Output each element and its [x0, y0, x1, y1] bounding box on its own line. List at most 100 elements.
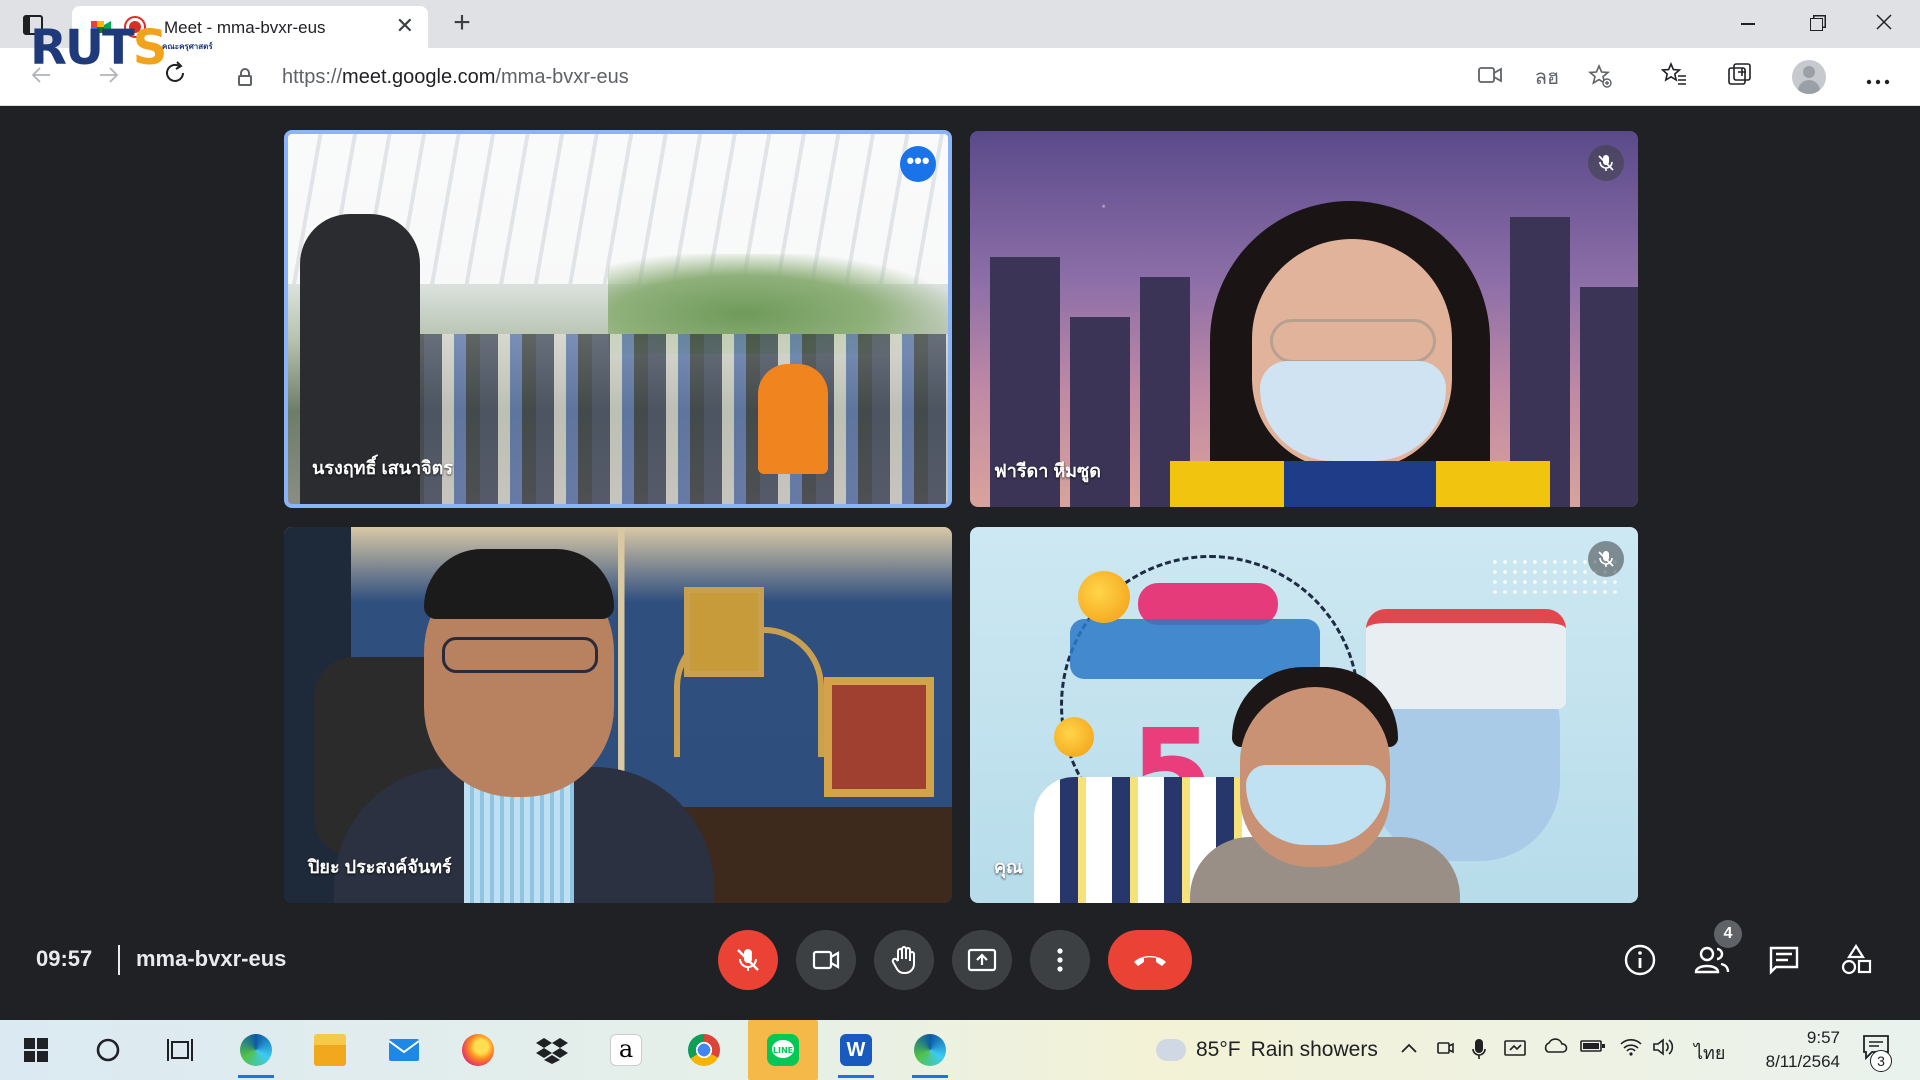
participant-tile-self[interactable]: 5 คุณ	[970, 527, 1638, 903]
tile-muted-indicator	[1588, 145, 1624, 181]
add-favorite-icon[interactable]	[1586, 63, 1614, 92]
toggle-camera-button[interactable]	[796, 930, 856, 990]
browser-tab-bar: Meet - mma-bvxr-eus ✕ +	[0, 0, 1920, 48]
video-building	[1580, 287, 1638, 507]
favorites-icon[interactable]	[1658, 61, 1690, 94]
video-crowd	[368, 334, 948, 504]
taskbar-file-explorer[interactable]	[302, 1028, 358, 1072]
battery-icon[interactable]	[1580, 1038, 1606, 1059]
word-icon: W	[840, 1034, 872, 1066]
onedrive-icon[interactable]	[1542, 1038, 1568, 1059]
svg-text:LINE: LINE	[773, 1046, 793, 1055]
show-hidden-icons-button[interactable]	[1400, 1038, 1418, 1059]
amazon-icon: a	[610, 1034, 642, 1066]
mail-icon	[388, 1039, 420, 1061]
taskbar-firefox[interactable]	[450, 1028, 506, 1072]
camera-in-use-icon[interactable]	[1436, 1038, 1454, 1063]
taskbar-mail[interactable]	[376, 1028, 432, 1072]
edge-icon	[914, 1034, 946, 1066]
url-text[interactable]: https://meet.google.com/mma-bvxr-eus	[282, 66, 629, 89]
meeting-details-button[interactable]	[1618, 938, 1662, 982]
window-minimize-button[interactable]	[1728, 8, 1768, 38]
window-close-button[interactable]	[1864, 8, 1904, 38]
windows-taskbar: a LINE W 85°F Rain showers ไทย 9:57 8/11…	[0, 1020, 1920, 1080]
leave-call-button[interactable]	[1108, 930, 1192, 990]
weather-description: Rain showers	[1250, 1038, 1378, 1061]
translate-icon[interactable]: ลฮ	[1530, 64, 1564, 92]
video-emoji	[1054, 717, 1094, 757]
meeting-info-divider	[118, 945, 120, 975]
edge-icon	[240, 1034, 272, 1066]
camera-permission-icon[interactable]	[1476, 64, 1504, 92]
search-button[interactable]	[80, 1028, 136, 1072]
notification-count-badge: 3	[1870, 1050, 1892, 1072]
video-emoji	[1078, 571, 1130, 623]
video-person-glasses	[442, 637, 598, 673]
taskbar-edge[interactable]	[228, 1028, 284, 1078]
rain-cloud-icon	[1156, 1039, 1186, 1061]
video-frame	[684, 587, 764, 677]
meeting-code: mma-bvxr-eus	[136, 946, 287, 971]
taskbar-line[interactable]: LINE	[748, 1020, 818, 1080]
task-view-button[interactable]	[152, 1028, 208, 1072]
chrome-icon	[688, 1034, 720, 1066]
tab-close-button[interactable]: ✕	[396, 14, 414, 38]
participant-tile-1[interactable]: ••• นรงฤทธิ์ เสนาจิตร	[284, 130, 952, 508]
more-vertical-icon	[1057, 948, 1063, 972]
people-icon	[1694, 946, 1730, 974]
system-clock[interactable]: 9:57 8/11/2564	[1746, 1026, 1840, 1074]
activities-button[interactable]	[1834, 938, 1878, 982]
weather-temperature: 85°F	[1196, 1038, 1241, 1061]
profile-avatar[interactable]	[1792, 60, 1826, 94]
windows-logo-icon	[24, 1038, 48, 1062]
window-restore-button[interactable]	[1796, 8, 1836, 38]
settings-more-icon[interactable]	[1862, 62, 1894, 94]
toggle-mic-button[interactable]	[718, 930, 778, 990]
participant-tile-3[interactable]: ปิยะ ประสงค์จันทร์	[284, 527, 952, 903]
more-options-button[interactable]	[1030, 930, 1090, 990]
screen-capture-icon[interactable]	[1504, 1038, 1526, 1063]
taskbar-dropbox[interactable]	[524, 1028, 580, 1072]
camera-icon	[812, 950, 840, 970]
address-bar[interactable]: https://meet.google.com/mma-bvxr-eus ลฮ	[220, 54, 1612, 100]
close-icon	[1876, 14, 1892, 30]
tile-more-options-button[interactable]: •••	[900, 146, 936, 182]
microphone-in-use-icon[interactable]	[1472, 1038, 1486, 1065]
lock-icon[interactable]	[238, 68, 252, 86]
activities-icon	[1841, 944, 1872, 975]
chat-button[interactable]	[1762, 938, 1806, 982]
task-view-icon	[167, 1039, 193, 1061]
dropbox-icon	[536, 1038, 568, 1064]
collections-icon[interactable]	[1724, 62, 1756, 94]
video-mascot-hat	[1366, 609, 1566, 709]
new-tab-button[interactable]: +	[444, 6, 480, 42]
clock-time: 9:57	[1806, 1028, 1840, 1047]
mic-off-icon	[737, 949, 759, 971]
clock-date: 8/11/2564	[1765, 1052, 1840, 1071]
wifi-icon[interactable]	[1620, 1038, 1642, 1061]
mic-off-icon	[1598, 551, 1614, 567]
participant-tile-2[interactable]: ฟารีดา หีมซูด	[970, 131, 1638, 507]
meet-stage: ••• นรงฤทธิ์ เสนาจิตร ฟารีดา หีมซูด ปิยะ	[0, 107, 1920, 1020]
participant-name: นรงฤทธิ์ เสนาจิตร	[312, 458, 453, 478]
folder-icon	[314, 1034, 346, 1066]
firefox-icon	[462, 1034, 494, 1066]
input-language-indicator[interactable]: ไทย	[1694, 1038, 1725, 1067]
taskbar-edge-meet[interactable]	[902, 1028, 958, 1078]
taskbar-word[interactable]: W	[828, 1028, 884, 1078]
present-screen-button[interactable]	[952, 930, 1012, 990]
raise-hand-button[interactable]	[874, 930, 934, 990]
mic-off-icon	[1598, 155, 1614, 171]
taskbar-amazon[interactable]: a	[598, 1028, 654, 1072]
weather-widget[interactable]: 85°F Rain showers	[1156, 1038, 1378, 1062]
info-icon	[1624, 944, 1656, 976]
hang-up-icon	[1134, 956, 1166, 966]
search-circle-icon	[96, 1038, 120, 1062]
chevron-up-icon	[1401, 1043, 1417, 1053]
taskbar-chrome[interactable]	[676, 1028, 732, 1072]
video-person-shirt	[1170, 461, 1550, 507]
volume-icon[interactable]	[1652, 1038, 1674, 1061]
start-button[interactable]	[8, 1028, 64, 1072]
browser-toolbar: https://meet.google.com/mma-bvxr-eus ลฮ	[0, 48, 1920, 106]
participant-name: ฟารีดา หีมซูด	[994, 461, 1101, 481]
